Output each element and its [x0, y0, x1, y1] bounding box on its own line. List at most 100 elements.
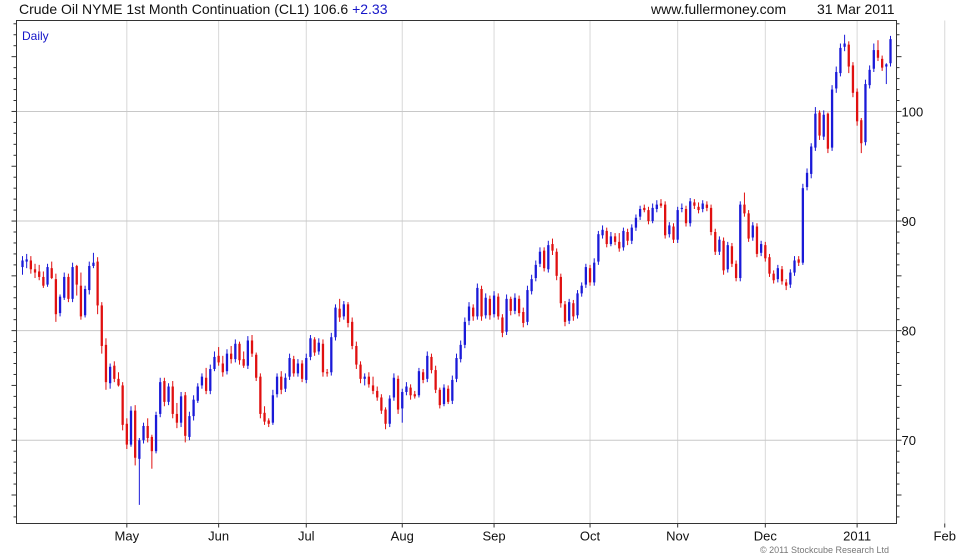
- candle-body: [330, 337, 333, 373]
- candle-body: [142, 425, 145, 441]
- x-tick-label: Sep: [482, 529, 505, 544]
- candle-body: [555, 251, 558, 276]
- candle: [442, 384, 446, 407]
- candle-body: [747, 213, 750, 239]
- candle-body: [342, 304, 345, 317]
- candle: [108, 363, 112, 389]
- candle: [810, 143, 813, 179]
- candle-body: [730, 246, 734, 264]
- candle-body: [864, 84, 867, 143]
- candle: [351, 317, 354, 350]
- candle-body: [359, 364, 362, 379]
- candle-body: [50, 268, 53, 279]
- candle-body: [300, 363, 304, 379]
- candle: [313, 337, 316, 356]
- candle: [630, 224, 633, 245]
- candle: [547, 240, 550, 273]
- candle-body: [96, 261, 99, 306]
- candle-body: [121, 385, 124, 425]
- candle: [517, 295, 521, 317]
- candle: [843, 34, 846, 52]
- candle: [238, 341, 241, 365]
- candle: [830, 85, 834, 151]
- candle: [785, 279, 788, 291]
- candle: [480, 285, 483, 321]
- candle: [835, 66, 838, 93]
- candle-body: [413, 394, 416, 397]
- candle-body: [234, 343, 237, 360]
- candle-body: [338, 308, 341, 318]
- candle-body: [634, 217, 638, 228]
- candle-body: [396, 378, 400, 410]
- candle: [284, 373, 287, 392]
- candle: [689, 198, 692, 227]
- candle: [271, 389, 275, 425]
- candle: [250, 335, 254, 357]
- candle: [697, 202, 700, 214]
- period-label: Daily: [22, 29, 49, 43]
- candle-body: [275, 376, 279, 395]
- candle-body: [613, 236, 617, 242]
- candle-body: [476, 287, 479, 317]
- candle-body: [117, 378, 120, 386]
- candle-body: [785, 282, 788, 286]
- candle: [392, 373, 396, 401]
- candle-body: [764, 245, 767, 259]
- candle-body: [179, 396, 183, 423]
- candle: [267, 418, 270, 428]
- y-tick-label: 80: [902, 324, 916, 339]
- candle: [889, 35, 892, 67]
- candle-body: [868, 69, 871, 86]
- candle-body: [513, 297, 517, 311]
- candle: [684, 205, 688, 227]
- candle: [868, 65, 871, 89]
- candle-body: [722, 240, 725, 271]
- candle-body: [851, 65, 855, 93]
- candle: [275, 373, 279, 398]
- candle: [522, 307, 525, 328]
- candle: [175, 402, 179, 429]
- candle-body: [830, 89, 834, 148]
- candle: [622, 227, 625, 251]
- candle: [409, 384, 412, 400]
- candle: [693, 199, 696, 209]
- candle-body: [63, 276, 66, 298]
- candle-body: [196, 386, 199, 401]
- candle: [655, 200, 658, 213]
- candle-body: [246, 340, 249, 366]
- candle-body: [568, 302, 571, 321]
- candle: [467, 302, 471, 326]
- candle: [755, 223, 759, 258]
- candle-body: [225, 353, 229, 372]
- candle-body: [238, 343, 241, 361]
- candle: [847, 41, 850, 74]
- candle-body: [417, 371, 421, 396]
- candle-body: [209, 368, 212, 391]
- candle-body: [38, 271, 41, 277]
- candle-body: [313, 339, 316, 353]
- candle: [739, 201, 742, 282]
- candle-body: [75, 265, 78, 285]
- plot-frame: [16, 20, 897, 524]
- candle: [280, 371, 283, 395]
- candle-body: [597, 234, 600, 262]
- candle: [46, 263, 49, 287]
- candle: [618, 233, 621, 252]
- candle-body: [292, 359, 295, 374]
- candle-body: [759, 244, 763, 253]
- candle-body: [805, 172, 809, 188]
- candle: [367, 372, 371, 388]
- candle-body: [451, 379, 454, 401]
- candle: [255, 352, 258, 382]
- candle-body: [588, 268, 592, 283]
- candle-body: [714, 232, 717, 252]
- candle-body: [605, 230, 608, 245]
- candle: [576, 290, 579, 319]
- candle: [476, 283, 479, 320]
- candle-body: [693, 202, 696, 206]
- candle-body: [388, 398, 391, 424]
- candle-body: [534, 264, 537, 279]
- candle-body: [167, 386, 170, 402]
- candle-body: [46, 267, 49, 285]
- candle: [426, 351, 429, 383]
